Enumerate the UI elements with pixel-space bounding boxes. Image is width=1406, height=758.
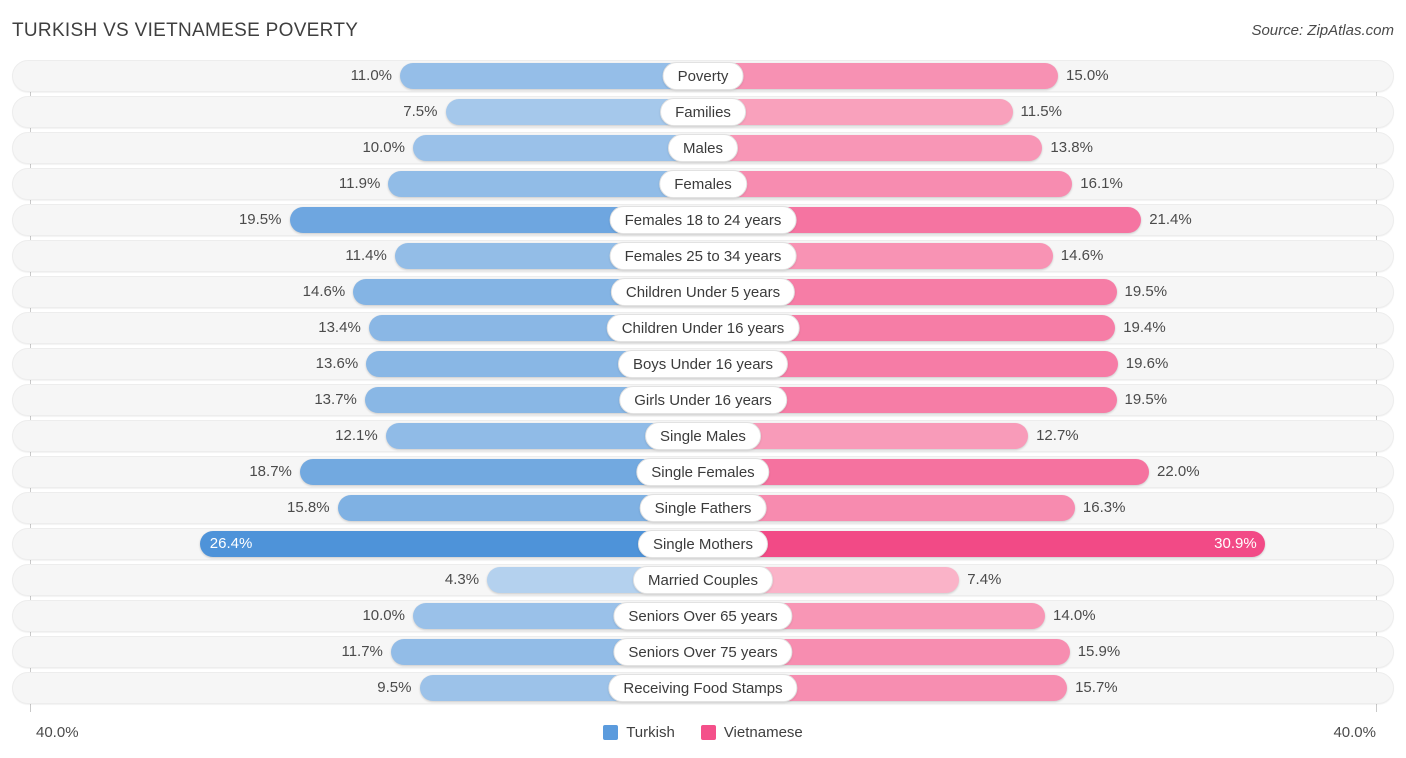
category-label: Females bbox=[659, 170, 747, 198]
plot-area: 11.0% 15.0% Poverty 7.5% 11.5% Families 10.0% 1… bbox=[0, 60, 1406, 718]
value-label-vietnamese: 19.5% bbox=[1124, 283, 1168, 300]
chart-root: TURKISH VS VIETNAMESE POVERTY Source: Zi… bbox=[0, 0, 1406, 758]
value-label-turkish: 11.4% bbox=[345, 247, 387, 264]
value-label-turkish: 18.7% bbox=[249, 463, 292, 480]
legend: Turkish Vietnamese bbox=[0, 724, 1406, 741]
value-label-turkish: 13.4% bbox=[318, 319, 361, 336]
category-label: Children Under 5 years bbox=[610, 278, 796, 306]
category-label: Females 18 to 24 years bbox=[609, 206, 797, 234]
table-row: 9.5% 15.7% Receiving Food Stamps bbox=[0, 672, 1406, 704]
table-row: 11.9% 16.1% Females bbox=[0, 168, 1406, 200]
legend-item[interactable]: Vietnamese bbox=[700, 724, 803, 741]
category-label: Boys Under 16 years bbox=[617, 350, 789, 378]
category-label: Receiving Food Stamps bbox=[608, 674, 798, 702]
value-label-turkish: 4.3% bbox=[444, 571, 480, 588]
bar-vietnamese[interactable] bbox=[703, 171, 1073, 197]
value-label-vietnamese: 15.0% bbox=[1066, 67, 1109, 84]
value-label-vietnamese: 19.4% bbox=[1123, 319, 1166, 336]
category-label: Girls Under 16 years bbox=[619, 386, 787, 414]
value-label-turkish: 9.5% bbox=[377, 679, 412, 696]
table-row: 4.3% 7.4% Married Couples bbox=[0, 564, 1406, 596]
chart-header: TURKISH VS VIETNAMESE POVERTY Source: Zi… bbox=[0, 0, 1406, 58]
table-row: 19.5% 21.4% Females 18 to 24 years bbox=[0, 204, 1406, 236]
value-label-vietnamese: 30.9% bbox=[1214, 535, 1257, 552]
value-label-vietnamese: 13.8% bbox=[1050, 139, 1093, 156]
table-row: 14.6% 19.5% Children Under 5 years bbox=[0, 276, 1406, 308]
page-title: TURKISH VS VIETNAMESE POVERTY bbox=[12, 20, 359, 41]
table-row: 13.7% 19.5% Girls Under 16 years bbox=[0, 384, 1406, 416]
table-row: 12.1% 12.7% Single Males bbox=[0, 420, 1406, 452]
table-row: 10.0% 13.8% Males bbox=[0, 132, 1406, 164]
value-label-vietnamese: 21.4% bbox=[1149, 211, 1192, 228]
table-row: 7.5% 11.5% Families bbox=[0, 96, 1406, 128]
category-label: Seniors Over 65 years bbox=[613, 602, 793, 630]
table-row: 11.4% 14.6% Females 25 to 34 years bbox=[0, 240, 1406, 272]
category-label: Females 25 to 34 years bbox=[609, 242, 797, 270]
table-row: 10.0% 14.0% Seniors Over 65 years bbox=[0, 600, 1406, 632]
bar-rows: 11.0% 15.0% Poverty 7.5% 11.5% Families 10.0% 1… bbox=[0, 60, 1406, 708]
value-label-vietnamese: 19.5% bbox=[1124, 391, 1168, 408]
bar-vietnamese[interactable] bbox=[703, 135, 1043, 161]
value-label-turkish: 26.4% bbox=[209, 535, 253, 552]
source-attribution: Source: ZipAtlas.com bbox=[1251, 22, 1394, 39]
value-label-vietnamese: 19.6% bbox=[1125, 355, 1169, 372]
category-label: Married Couples bbox=[632, 566, 774, 594]
category-label: Single Males bbox=[645, 422, 761, 450]
value-label-vietnamese: 14.0% bbox=[1053, 607, 1096, 624]
bar-vietnamese[interactable] bbox=[703, 99, 1013, 125]
bar-vietnamese[interactable] bbox=[703, 63, 1058, 89]
table-row: 13.6% 19.6% Boys Under 16 years bbox=[0, 348, 1406, 380]
value-label-turkish: 13.6% bbox=[315, 355, 359, 372]
category-label: Poverty bbox=[662, 62, 744, 90]
value-label-vietnamese: 15.9% bbox=[1077, 643, 1121, 660]
value-label-vietnamese: 14.6% bbox=[1060, 247, 1104, 264]
chart-footer: 40.0% 40.0% Turkish Vietnamese bbox=[0, 718, 1406, 758]
legend-swatch-icon bbox=[700, 725, 716, 740]
value-label-turkish: 10.0% bbox=[362, 607, 405, 624]
bar-vietnamese[interactable] bbox=[703, 531, 1265, 557]
category-label: Males bbox=[667, 134, 739, 162]
value-label-vietnamese: 16.1% bbox=[1080, 175, 1123, 192]
legend-item[interactable]: Turkish bbox=[603, 724, 675, 741]
legend-swatch-icon bbox=[603, 725, 619, 740]
table-row: 18.7% 22.0% Single Females bbox=[0, 456, 1406, 488]
value-label-turkish: 11.0% bbox=[350, 67, 392, 84]
value-label-turkish: 13.7% bbox=[314, 391, 357, 408]
category-label: Children Under 16 years bbox=[606, 314, 800, 342]
bar-turkish[interactable] bbox=[388, 171, 703, 197]
category-label: Single Females bbox=[636, 458, 770, 486]
value-label-turkish: 19.5% bbox=[238, 211, 282, 228]
category-label: Seniors Over 75 years bbox=[613, 638, 793, 666]
value-label-turkish: 7.5% bbox=[403, 103, 438, 120]
category-label: Single Mothers bbox=[637, 530, 769, 558]
value-label-vietnamese: 12.7% bbox=[1036, 427, 1079, 444]
table-row: 11.7% 15.9% Seniors Over 75 years bbox=[0, 636, 1406, 668]
value-label-vietnamese: 11.5% bbox=[1020, 103, 1062, 120]
bar-turkish[interactable] bbox=[413, 135, 703, 161]
value-label-turkish: 14.6% bbox=[302, 283, 346, 300]
value-label-turkish: 10.0% bbox=[362, 139, 405, 156]
value-label-turkish: 15.8% bbox=[287, 499, 330, 516]
value-label-turkish: 11.7% bbox=[341, 643, 383, 660]
table-row: 26.4% 30.9% Single Mothers bbox=[0, 528, 1406, 560]
table-row: 15.8% 16.3% Single Fathers bbox=[0, 492, 1406, 524]
bar-turkish[interactable] bbox=[400, 63, 703, 89]
table-row: 13.4% 19.4% Children Under 16 years bbox=[0, 312, 1406, 344]
category-label: Families bbox=[660, 98, 746, 126]
category-label: Single Fathers bbox=[639, 494, 767, 522]
legend-label: Vietnamese bbox=[723, 724, 803, 741]
value-label-vietnamese: 15.7% bbox=[1075, 679, 1118, 696]
table-row: 11.0% 15.0% Poverty bbox=[0, 60, 1406, 92]
value-label-turkish: 12.1% bbox=[335, 427, 378, 444]
value-label-vietnamese: 7.4% bbox=[967, 571, 1002, 588]
legend-label: Turkish bbox=[626, 724, 675, 741]
bar-vietnamese[interactable] bbox=[703, 459, 1149, 485]
value-label-vietnamese: 16.3% bbox=[1082, 499, 1126, 516]
value-label-turkish: 11.9% bbox=[338, 175, 381, 192]
value-label-vietnamese: 22.0% bbox=[1157, 463, 1200, 480]
